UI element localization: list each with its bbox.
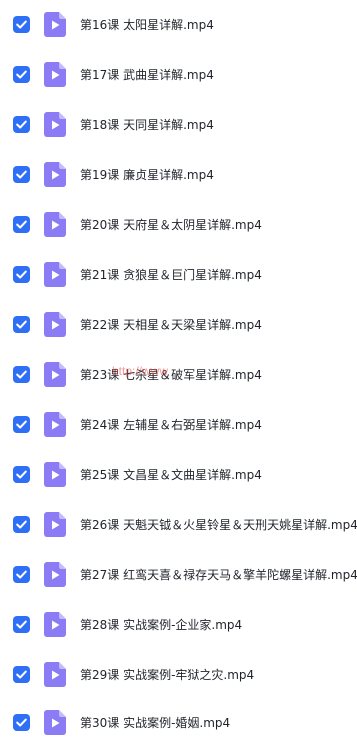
- file-name[interactable]: 第28课 实战案例-企业家.mp4: [80, 616, 242, 634]
- file-name[interactable]: 第19课 廉贞星详解.mp4: [80, 166, 214, 184]
- file-name[interactable]: 第22课 天相星＆天梁星详解.mp4: [80, 316, 262, 334]
- file-name[interactable]: 第26课 天魁天钺＆火星铃星＆天刑天姚星详解.mp4: [80, 516, 357, 534]
- video-file-icon: [44, 162, 66, 187]
- file-name[interactable]: 第24课 左辅星＆右弼星详解.mp4: [80, 416, 262, 434]
- checkbox-checked-icon[interactable]: [13, 116, 30, 133]
- video-file-icon: [44, 562, 66, 587]
- file-row[interactable]: 第17课 武曲星详解.mp4: [0, 50, 357, 100]
- video-file-icon: [44, 112, 66, 137]
- video-file-icon: [44, 312, 66, 337]
- checkbox-checked-icon[interactable]: [13, 66, 30, 83]
- file-name[interactable]: 第17课 武曲星详解.mp4: [80, 66, 214, 84]
- file-row[interactable]: 第30课 实战案例-婚姻.mp4: [0, 698, 357, 748]
- video-file-icon: [44, 662, 66, 687]
- file-row[interactable]: 第20课 天府星＆太阴星详解.mp4: [0, 200, 357, 250]
- file-name[interactable]: 第27课 红鸾天喜＆禄存天马＆擎羊陀螺星详解.mp4: [80, 566, 357, 584]
- video-file-icon: [44, 612, 66, 637]
- checkbox-checked-icon[interactable]: [13, 666, 30, 683]
- video-file-icon: [44, 412, 66, 437]
- file-row[interactable]: 第21课 贪狼星＆巨门星详解.mp4: [0, 250, 357, 300]
- file-row[interactable]: 第26课 天魁天钺＆火星铃星＆天刑天姚星详解.mp4: [0, 500, 357, 550]
- file-row[interactable]: 第23课 七杀星＆破军星详解.mp4: [0, 350, 357, 400]
- video-file-icon: [44, 710, 66, 735]
- checkbox-checked-icon[interactable]: [13, 516, 30, 533]
- file-row[interactable]: 第28课 实战案例-企业家.mp4: [0, 600, 357, 650]
- file-row[interactable]: 第16课 太阳星详解.mp4: [0, 0, 357, 50]
- file-name[interactable]: 第30课 实战案例-婚姻.mp4: [80, 714, 230, 732]
- checkbox-checked-icon[interactable]: [13, 566, 30, 583]
- file-name[interactable]: 第16课 太阳星详解.mp4: [80, 16, 214, 34]
- file-name[interactable]: 第29课 实战案例-牢狱之灾.mp4: [80, 666, 254, 684]
- video-file-icon: [44, 462, 66, 487]
- video-file-icon: [44, 362, 66, 387]
- video-file-icon: [44, 62, 66, 87]
- file-row[interactable]: 第25课 文昌星＆文曲星详解.mp4: [0, 450, 357, 500]
- file-name[interactable]: 第20课 天府星＆太阴星详解.mp4: [80, 216, 262, 234]
- checkbox-checked-icon[interactable]: [13, 366, 30, 383]
- video-file-icon: [44, 512, 66, 537]
- checkbox-checked-icon[interactable]: [13, 166, 30, 183]
- file-row[interactable]: 第29课 实战案例-牢狱之灾.mp4: [0, 650, 357, 700]
- file-row[interactable]: 第19课 廉贞星详解.mp4: [0, 150, 357, 200]
- file-list: 第16课 太阳星详解.mp4 第17课 武曲星详解.mp4 第18课 天同星详解.m…: [0, 0, 357, 747]
- checkbox-checked-icon[interactable]: [13, 266, 30, 283]
- video-file-icon: [44, 262, 66, 287]
- checkbox-checked-icon[interactable]: [13, 714, 30, 731]
- file-name[interactable]: 第25课 文昌星＆文曲星详解.mp4: [80, 466, 262, 484]
- file-row[interactable]: 第18课 天同星详解.mp4: [0, 100, 357, 150]
- file-row[interactable]: 第22课 天相星＆天梁星详解.mp4: [0, 300, 357, 350]
- checkbox-checked-icon[interactable]: [13, 216, 30, 233]
- checkbox-checked-icon[interactable]: [13, 16, 30, 33]
- video-file-icon: [44, 12, 66, 37]
- file-row[interactable]: 第24课 左辅星＆右弼星详解.mp4: [0, 400, 357, 450]
- video-file-icon: [44, 212, 66, 237]
- checkbox-checked-icon[interactable]: [13, 416, 30, 433]
- file-name[interactable]: 第21课 贪狼星＆巨门星详解.mp4: [80, 266, 262, 284]
- checkbox-checked-icon[interactable]: [13, 466, 30, 483]
- file-name[interactable]: 第23课 七杀星＆破军星详解.mp4: [80, 366, 262, 384]
- checkbox-checked-icon[interactable]: [13, 316, 30, 333]
- file-name[interactable]: 第18课 天同星详解.mp4: [80, 116, 214, 134]
- file-row[interactable]: 第27课 红鸾天喜＆禄存天马＆擎羊陀螺星详解.mp4: [0, 550, 357, 600]
- checkbox-checked-icon[interactable]: [13, 616, 30, 633]
